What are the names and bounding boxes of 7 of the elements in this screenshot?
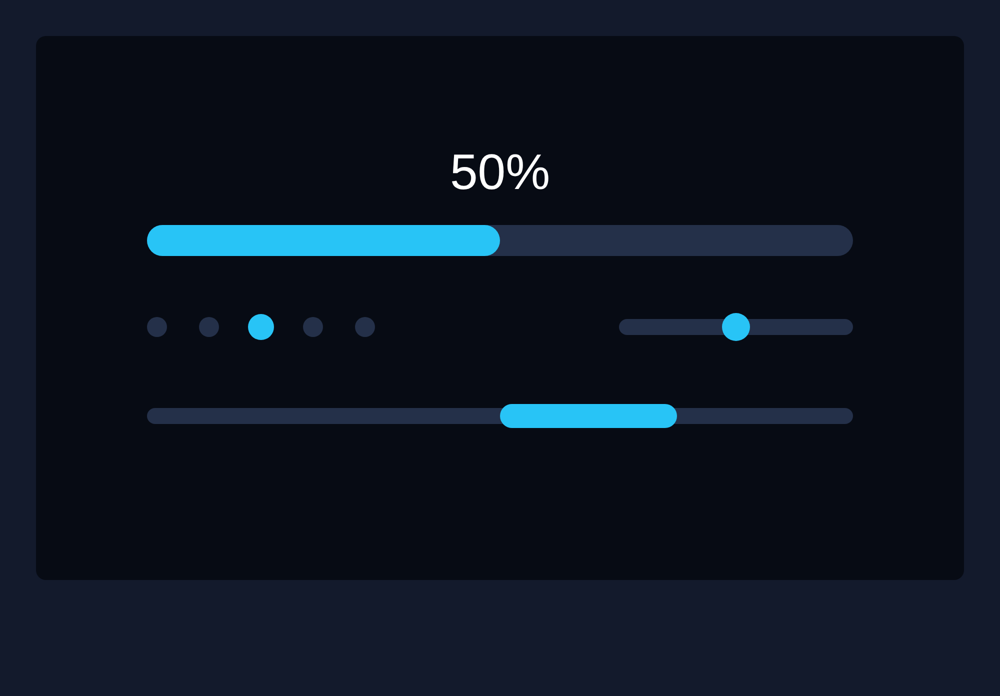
- page-dot[interactable]: [303, 317, 323, 337]
- percent-label: 50%: [448, 147, 552, 197]
- page-dot[interactable]: [355, 317, 375, 337]
- page-dot[interactable]: [248, 314, 274, 340]
- page-dot[interactable]: [199, 317, 219, 337]
- page-dot[interactable]: [147, 317, 167, 337]
- slider-thumb[interactable]: [722, 313, 750, 341]
